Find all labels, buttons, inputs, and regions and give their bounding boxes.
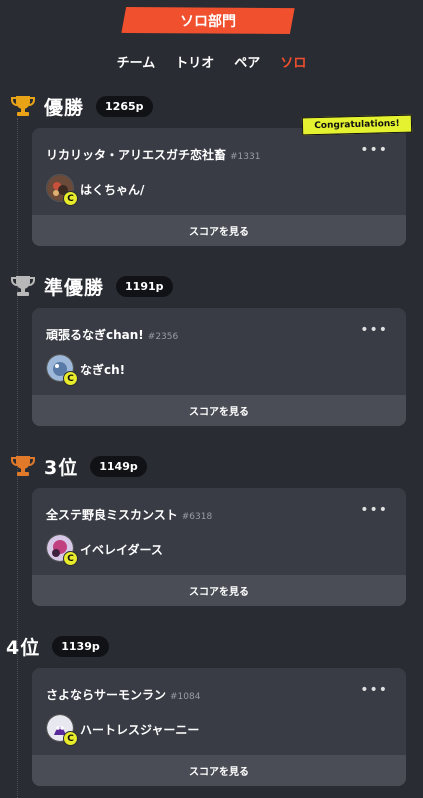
rank-header-3: 3位 1149p <box>8 453 147 479</box>
team-name: 全ステ野良ミスカンスト <box>46 508 178 522</box>
avatar: C <box>46 174 78 206</box>
team-card-3: 全ステ野良ミスカンスト #6318 ••• C イベレイダース スコアを見る <box>32 488 406 606</box>
rank-c-badge: C <box>63 731 78 746</box>
division-title: ソロ部門 <box>180 13 236 30</box>
team-title: さよならサーモンラン #1084 <box>46 686 200 703</box>
rank-c-badge: C <box>63 191 78 206</box>
team-card-4: さよならサーモンラン #1084 ••• C ハートレスジャーニー スコアを見る <box>32 668 406 786</box>
silver-trophy-icon <box>8 273 38 299</box>
team-card-1: リカリッタ・アリエスガチ恋社畜 #1331 ••• C はくちゃん/ スコアを見る <box>32 128 406 246</box>
points-badge: 1265p <box>96 95 153 117</box>
rank-header-2: 準優勝 1191p <box>8 273 173 299</box>
team-title: 全ステ野良ミスカンスト #6318 <box>46 506 212 523</box>
more-options-button[interactable]: ••• <box>360 682 388 698</box>
rank-c-badge: C <box>63 551 78 566</box>
rank-label: 3位 <box>44 456 79 479</box>
view-score-button[interactable]: スコアを見る <box>32 755 406 786</box>
avatar: C <box>46 714 78 746</box>
team-title: リカリッタ・アリエスガチ恋社畜 #1331 <box>46 146 260 163</box>
points-badge: 1191p <box>116 275 173 297</box>
member-name: はくちゃん/ <box>80 183 145 197</box>
gold-trophy-icon <box>8 93 38 119</box>
points-badge: 1149p <box>90 455 147 477</box>
team-id: #1084 <box>170 692 201 702</box>
view-score-button[interactable]: スコアを見る <box>32 395 406 426</box>
view-score-button[interactable]: スコアを見る <box>32 575 406 606</box>
more-options-button[interactable]: ••• <box>360 142 388 158</box>
view-score-button[interactable]: スコアを見る <box>32 215 406 246</box>
team-title: 頑張るなぎchan! #2356 <box>46 326 178 343</box>
team-name: リカリッタ・アリエスガチ恋社畜 <box>46 148 227 162</box>
avatar: C <box>46 534 78 566</box>
more-options-button[interactable]: ••• <box>360 502 388 518</box>
team-id: #6318 <box>181 512 213 522</box>
team-name: 頑張るなぎchan! <box>46 328 144 342</box>
tab-team[interactable]: チーム <box>117 52 156 71</box>
tab-solo[interactable]: ソロ <box>280 52 306 71</box>
points-badge: 1139p <box>52 635 109 657</box>
member-name: ハートレスジャーニー <box>80 723 200 737</box>
member-name: なぎch! <box>80 363 126 377</box>
division-tabs: チーム トリオ ペア ソロ <box>0 52 423 71</box>
tab-trio[interactable]: トリオ <box>175 52 214 71</box>
avatar: C <box>46 354 78 386</box>
rank-label: 優勝 <box>44 96 85 119</box>
rank-c-badge: C <box>63 371 78 386</box>
team-id: #1331 <box>230 152 261 162</box>
rank-header-4: 4位 1139p <box>6 633 109 659</box>
rank-label: 準優勝 <box>44 276 105 299</box>
team-id: #2356 <box>147 332 179 342</box>
rank-label: 4位 <box>6 636 41 659</box>
team-name: さよならサーモンラン <box>46 688 167 702</box>
team-card-2: 頑張るなぎchan! #2356 ••• C なぎch! スコアを見る <box>32 308 406 426</box>
congratulations-badge: Congratulations! <box>301 114 413 136</box>
bronze-trophy-icon <box>8 453 38 479</box>
more-options-button[interactable]: ••• <box>360 322 388 338</box>
tab-pair[interactable]: ペア <box>234 52 260 71</box>
division-banner: ソロ部門 <box>121 7 294 34</box>
member-name: イベレイダース <box>80 543 163 557</box>
rank-header-1: 優勝 1265p <box>8 93 153 119</box>
